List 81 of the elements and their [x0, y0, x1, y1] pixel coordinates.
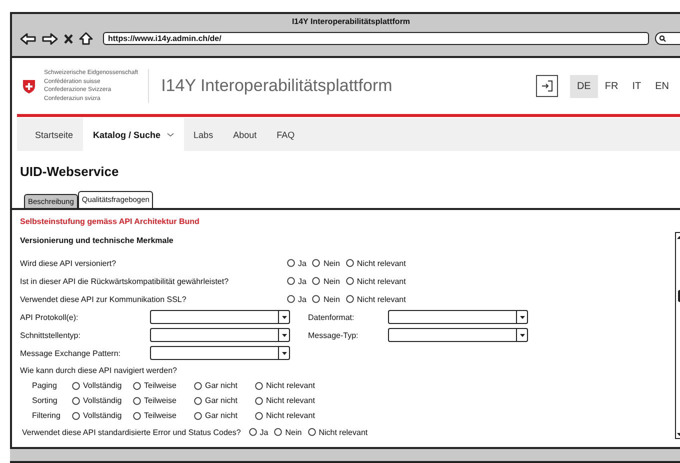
radio-option[interactable]: Nicht relevant: [346, 258, 406, 268]
radio-option[interactable]: Nicht relevant: [346, 294, 406, 304]
field-label: API Protokoll(e):: [20, 312, 80, 322]
radio-option[interactable]: Nein: [312, 276, 340, 286]
radio-icon: [287, 295, 295, 303]
form-heading: Selbsteinstufung gemäss API Architektur Bund: [20, 217, 200, 228]
page-title: UID-Webservice: [19, 163, 120, 181]
radio-option[interactable]: Vollständig: [72, 381, 126, 390]
field-label: Datenformat:: [308, 312, 356, 322]
row-label: Filtering: [32, 411, 62, 420]
address-field[interactable]: https://www.i14y.admin.ch/de/: [103, 32, 649, 45]
radio-option[interactable]: Nein: [312, 294, 340, 304]
language-option[interactable]: DE: [570, 74, 598, 98]
caret-icon: [520, 316, 524, 318]
dropdown[interactable]: [388, 310, 528, 324]
language-option[interactable]: FR: [598, 74, 626, 98]
language-option[interactable]: EN: [648, 74, 676, 98]
radio-option[interactable]: Ja: [287, 258, 306, 268]
dropdown[interactable]: [388, 328, 528, 342]
question-label: Verwendet diese API zur Kommunikation SSL?: [20, 294, 188, 304]
radio-icon: [346, 277, 354, 285]
radio-option[interactable]: Gar nicht: [194, 381, 248, 390]
nav-item[interactable]: FAQ: [266, 118, 305, 151]
radio-icon: [312, 277, 320, 285]
radio-option[interactable]: Vollständig: [72, 396, 126, 405]
radio-icon: [308, 428, 316, 436]
radio-icon: [287, 277, 295, 285]
radio-option[interactable]: Teilweise: [133, 381, 187, 390]
radio-option[interactable]: Ja: [287, 294, 306, 304]
radio-option[interactable]: Vollständig: [72, 411, 126, 420]
dropdown[interactable]: [150, 310, 290, 324]
home-icon[interactable]: [79, 32, 93, 45]
radio-icon: [312, 259, 320, 267]
radio-option[interactable]: Gar nicht: [194, 411, 248, 420]
radio-icon: [287, 259, 295, 267]
swiss-shield-icon: [22, 78, 36, 94]
radio-option[interactable]: Ja: [287, 276, 306, 286]
radio-option[interactable]: Teilweise: [133, 411, 187, 420]
radio-option[interactable]: Nein: [274, 428, 302, 436]
radio-option[interactable]: Nicht relevant: [255, 411, 315, 420]
caret-icon: [282, 316, 286, 318]
caret-icon: [520, 334, 524, 336]
radio-option[interactable]: Ja: [248, 428, 268, 436]
forward-icon[interactable]: [42, 32, 58, 44]
radio-option[interactable]: Nicht relevant: [308, 428, 368, 436]
close-icon[interactable]: [64, 34, 73, 44]
nav-item[interactable]: Katalog / Suche: [83, 118, 184, 151]
radio-option[interactable]: Nicht relevant: [255, 396, 315, 405]
nav-item[interactable]: Startseite: [25, 118, 84, 151]
question-label: Verwendet diese API standardisierte Error und Status Codes?: [22, 428, 241, 436]
radio-icon: [274, 428, 282, 436]
language-option[interactable]: IT: [625, 74, 648, 98]
site-title: I14Y Interoperabilitätsplattform: [161, 76, 394, 96]
question-label: Ist in dieser API die Rückwärtskompatibilität gewährleistet?: [20, 276, 230, 286]
radio-option[interactable]: Teilweise: [133, 396, 187, 405]
login-button[interactable]: [536, 75, 558, 97]
row-label: Sorting: [32, 396, 58, 405]
nav-item[interactable]: About: [223, 118, 267, 151]
field-label: Message-Typ:: [308, 330, 360, 340]
row-label: Paging: [32, 381, 58, 390]
radio-icon: [312, 295, 320, 303]
radio-icon: [346, 295, 354, 303]
login-icon: [540, 80, 553, 92]
window-title: I14Y Interoperabilitätsplattform: [292, 17, 410, 26]
question-label: Wird diese API versioniert?: [20, 258, 118, 268]
nav-item[interactable]: Labs: [184, 118, 224, 151]
field-label: Schnittstellentyp:: [20, 330, 82, 340]
radio-option[interactable]: Nicht relevant: [346, 276, 406, 286]
question-label: Wie kann durch diese API navigiert werden?: [20, 366, 177, 374]
dropdown[interactable]: [150, 346, 290, 360]
radio-option[interactable]: Nein: [312, 258, 340, 268]
radio-option[interactable]: Gar nicht: [194, 396, 248, 405]
field-label: Message Exchange Pattern:: [20, 348, 122, 358]
caret-icon: [282, 352, 286, 354]
back-icon[interactable]: [20, 32, 36, 44]
search-icon: [659, 35, 666, 42]
section-heading: Versionierung und technische Merkmale: [20, 236, 174, 247]
radio-option[interactable]: Nicht relevant: [255, 381, 315, 390]
dropdown[interactable]: [150, 328, 290, 342]
caret-icon: [282, 334, 286, 336]
radio-icon: [346, 259, 354, 267]
